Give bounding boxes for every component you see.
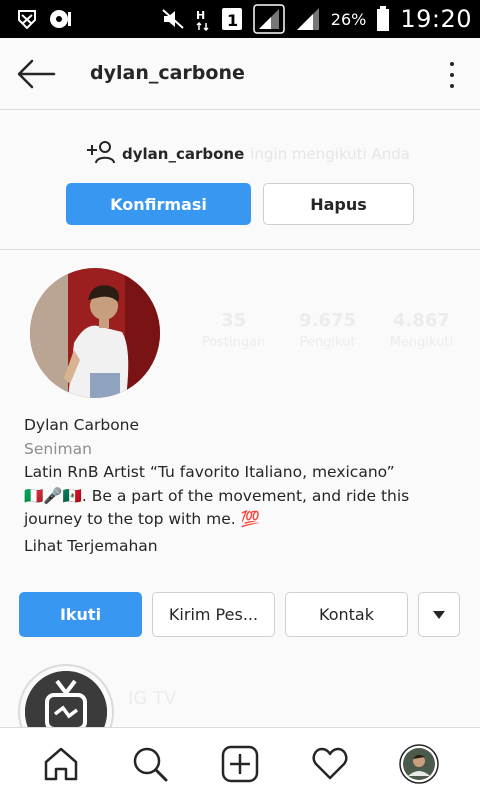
profile-category: Seniman: [24, 439, 92, 458]
suggestions-dropdown-button[interactable]: [418, 592, 460, 637]
profile-photo: [30, 268, 160, 398]
bio-line: 🇮🇹🎤🇲🇽. Be a part of the movement, and ri…: [24, 486, 410, 505]
add-person-icon: [86, 140, 116, 168]
profile-stats: 35 Postingan 9.675 Pengikut 4.867 Mengik…: [185, 310, 470, 350]
profile-avatar-icon: [399, 744, 439, 784]
delete-button[interactable]: Hapus: [263, 183, 414, 225]
signal-1-icon: [253, 4, 285, 34]
more-options-button[interactable]: [440, 60, 464, 90]
clock: 19:20: [400, 5, 472, 33]
sim-1-icon: 1: [221, 7, 243, 31]
stat-value: 9.675: [299, 310, 356, 331]
stat-value: 35: [221, 310, 247, 331]
chevron-down-icon: [433, 610, 445, 619]
page-title: dylan_carbone: [90, 62, 245, 84]
heart-icon: [312, 747, 347, 780]
stat-posts[interactable]: 35 Postingan: [202, 310, 266, 350]
data-arrows-icon: H: [195, 7, 211, 31]
battery-percent: 26%: [330, 9, 367, 29]
svg-text:H: H: [196, 9, 205, 22]
contact-button[interactable]: Kontak: [285, 592, 408, 637]
stat-following[interactable]: 4.867 Mengikuti: [390, 310, 453, 350]
profile-bio: Dylan Carbone Seniman Latin RnB Artist “…: [24, 414, 464, 558]
add-post-icon: [221, 745, 259, 783]
stat-label: Pengikut: [299, 335, 356, 350]
nav-activity[interactable]: [306, 740, 354, 788]
message-button[interactable]: Kirim Pes...: [152, 592, 275, 637]
highlight-title: IG TV: [128, 688, 177, 709]
more-dot: [450, 84, 454, 88]
status-bar: H 1 26% 19:20: [0, 0, 480, 38]
bio-line: Latin RnB Artist “Tu favorito Italiano, …: [24, 463, 395, 481]
more-dot: [450, 62, 454, 66]
signal-2-icon: [295, 6, 321, 32]
search-icon: [134, 747, 168, 782]
see-translation-link[interactable]: Lihat Terjemahan: [24, 535, 464, 559]
confirm-button[interactable]: Konfirmasi: [66, 183, 251, 225]
profile-avatar[interactable]: [30, 268, 160, 398]
back-button[interactable]: [16, 58, 56, 90]
app-bar: dylan_carbone: [0, 38, 480, 110]
media-notification-icon: [48, 8, 74, 30]
app-notification-icon: [16, 8, 38, 30]
stat-followers[interactable]: 9.675 Pengikut: [299, 310, 356, 350]
nav-profile[interactable]: [395, 740, 443, 788]
back-arrow-icon: [17, 59, 56, 89]
nav-new-post[interactable]: [216, 740, 264, 788]
profile-name: Dylan Carbone: [24, 416, 140, 434]
request-text: ingin mengikuti Anda: [250, 145, 410, 163]
nav-home[interactable]: [37, 740, 85, 788]
follow-button[interactable]: Ikuti: [19, 592, 142, 637]
mute-icon: [161, 8, 185, 30]
home-icon: [44, 747, 78, 781]
battery-icon: [376, 6, 390, 32]
follow-request-message: dylan_carbone ingin mengikuti Anda: [86, 140, 410, 168]
follow-request-panel: dylan_carbone ingin mengikuti Anda Konfi…: [0, 110, 480, 250]
stat-value: 4.867: [392, 310, 450, 331]
bio-line: journey to the top with me. 💯: [24, 510, 260, 528]
svg-text:1: 1: [227, 11, 238, 30]
request-username[interactable]: dylan_carbone: [122, 145, 244, 163]
stat-label: Postingan: [201, 335, 266, 350]
bottom-navigation: [0, 727, 480, 800]
nav-search[interactable]: [126, 740, 174, 788]
more-dot: [450, 73, 454, 77]
stat-label: Mengikuti: [389, 335, 454, 350]
